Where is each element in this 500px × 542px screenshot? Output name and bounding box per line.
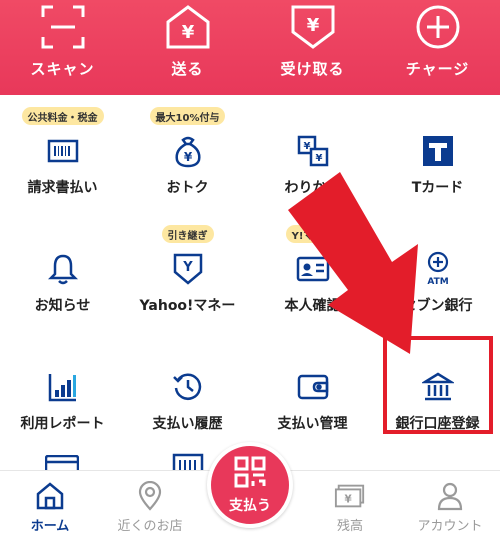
yahoo-money-item[interactable]: 引き継ぎ Y Yahoo!マネー xyxy=(125,213,250,331)
top-action-bar: スキャン ¥ 送る ¥ 受け取る チャージ xyxy=(0,0,500,95)
warikan-badge xyxy=(307,107,319,125)
notifications-label: お知らせ xyxy=(34,298,91,314)
location-pin-icon xyxy=(134,480,166,512)
t-card-icon xyxy=(418,131,458,171)
receive-label: 受け取る xyxy=(280,60,345,78)
charge-icon xyxy=(411,0,465,54)
payment-history-item[interactable]: 支払い履歴 xyxy=(125,331,250,449)
nav-balance[interactable]: ¥ 残高 xyxy=(300,480,400,534)
svg-text:Y: Y xyxy=(182,260,193,275)
id-card-icon xyxy=(293,249,333,289)
account-icon xyxy=(434,480,466,512)
bill-payment-badge: 公共料金・税金 xyxy=(21,107,104,125)
atm-icon-text: ATM xyxy=(427,277,448,287)
svg-text:¥: ¥ xyxy=(306,15,319,36)
nav-balance-label: 残高 xyxy=(336,518,363,534)
t-card-label: Tカード xyxy=(411,180,464,196)
bell-icon xyxy=(43,249,83,289)
svg-text:¥: ¥ xyxy=(315,153,322,164)
warikan-item[interactable]: ¥ ¥ わりかん xyxy=(250,95,375,213)
seven-bank-label: セブン銀行 xyxy=(402,298,473,314)
payment-history-label: 支払い履歴 xyxy=(152,416,223,432)
send-label: 送る xyxy=(171,60,204,78)
otoku-label: おトク xyxy=(166,180,209,196)
payment-history-badge xyxy=(182,343,194,361)
qr-code-icon xyxy=(233,455,267,493)
atm-icon: ATM xyxy=(418,249,458,289)
receive-icon: ¥ xyxy=(286,0,340,54)
nav-home[interactable]: ホーム xyxy=(0,480,100,534)
scan-icon xyxy=(36,0,90,54)
balance-icon: ¥ xyxy=(334,480,366,512)
split-bill-icon: ¥ ¥ xyxy=(293,131,333,171)
payment-management-item[interactable]: 支払い管理 xyxy=(250,331,375,449)
otoku-badge: 最大10%付与 xyxy=(149,107,226,125)
t-card-badge xyxy=(432,107,444,125)
svg-text:¥: ¥ xyxy=(181,22,194,43)
history-clock-icon xyxy=(168,367,208,407)
svg-text:¥: ¥ xyxy=(183,150,192,164)
report-chart-icon xyxy=(43,367,83,407)
seven-bank-badge xyxy=(432,225,444,243)
nav-nearby-stores[interactable]: 近くのお店 xyxy=(100,480,200,534)
charge-label: チャージ xyxy=(405,60,470,78)
send-icon: ¥ xyxy=(161,0,215,54)
yahoo-money-badge: 引き継ぎ xyxy=(161,225,214,243)
svg-text:¥: ¥ xyxy=(345,493,353,505)
home-icon xyxy=(34,480,66,512)
svg-text:¥: ¥ xyxy=(303,141,310,152)
identity-verification-item[interactable]: Y!マネー 本人確認 xyxy=(250,213,375,331)
pay-button[interactable]: 支払う xyxy=(207,442,293,528)
bill-payment-item[interactable]: 公共料金・税金 請求書払い xyxy=(0,95,125,213)
nav-account-label: アカウント xyxy=(417,518,483,534)
bill-payment-label: 請求書払い xyxy=(27,180,98,196)
send-button[interactable]: ¥ 送る xyxy=(125,0,250,79)
otoku-item[interactable]: 最大10%付与 ¥ おトク xyxy=(125,95,250,213)
barcode-bill-icon xyxy=(43,131,83,171)
payment-management-label: 支払い管理 xyxy=(277,416,348,432)
money-bag-icon: ¥ xyxy=(168,131,208,171)
charge-button[interactable]: チャージ xyxy=(375,0,500,79)
highlight-box xyxy=(383,336,493,434)
nav-nearby-stores-label: 近くのお店 xyxy=(117,518,183,534)
usage-report-item[interactable]: 利用レポート xyxy=(0,331,125,449)
scan-button[interactable]: スキャン xyxy=(0,0,125,79)
payment-management-badge xyxy=(307,343,319,361)
usage-report-badge xyxy=(57,343,69,361)
t-card-item[interactable]: Tカード xyxy=(375,95,500,213)
receive-button[interactable]: ¥ 受け取る xyxy=(250,0,375,79)
notifications-item[interactable]: お知らせ xyxy=(0,213,125,331)
warikan-label: わりかん xyxy=(284,180,341,196)
pay-button-label: 支払う xyxy=(229,498,271,514)
identity-verification-label: 本人確認 xyxy=(284,298,341,314)
wallet-icon xyxy=(293,367,333,407)
yahoo-money-icon: Y xyxy=(168,249,208,289)
seven-bank-item[interactable]: ATM セブン銀行 xyxy=(375,213,500,331)
notifications-badge xyxy=(57,225,69,243)
yahoo-money-label: Yahoo!マネー xyxy=(139,298,236,314)
identity-verification-badge: Y!マネー xyxy=(285,225,340,243)
scan-label: スキャン xyxy=(30,60,95,78)
nav-account[interactable]: アカウント xyxy=(400,480,500,534)
nav-home-label: ホーム xyxy=(30,518,70,534)
usage-report-label: 利用レポート xyxy=(20,416,105,432)
